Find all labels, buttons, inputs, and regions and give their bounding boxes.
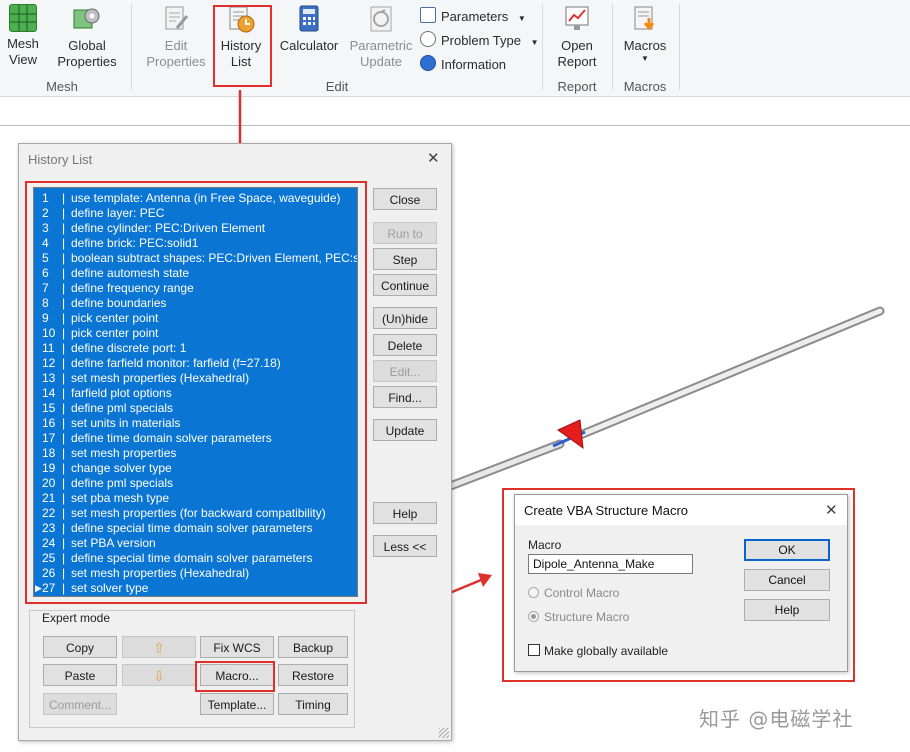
structure-macro-label: Structure Macro	[544, 610, 630, 624]
dialog-title: Create VBA Structure Macro	[524, 503, 689, 518]
watermark: 知乎 @电磁学社	[699, 707, 854, 731]
delete-button[interactable]: Delete	[373, 334, 437, 356]
macro-name-input[interactable]	[528, 554, 693, 574]
structure-macro-radio[interactable]	[528, 611, 539, 622]
make-global-checkbox[interactable]	[528, 644, 540, 656]
timing-button[interactable]: Timing	[278, 693, 348, 715]
expert-mode-label: Expert mode	[40, 611, 113, 625]
create-macro-dialog: Create VBA Structure Macro ✕ Macro Contr…	[514, 494, 848, 672]
resize-grip[interactable]	[439, 728, 449, 738]
macro-button-highlight	[195, 661, 275, 692]
continue-button[interactable]: Continue	[373, 274, 437, 296]
find-button[interactable]: Find...	[373, 386, 437, 408]
control-macro-radio[interactable]	[528, 587, 539, 598]
backup-button[interactable]: Backup	[278, 636, 348, 658]
history-window-title: History List	[28, 152, 93, 167]
help-button[interactable]: Help	[744, 599, 830, 621]
comment-button[interactable]: Comment...	[43, 693, 117, 715]
fix-wcs-button[interactable]: Fix WCS	[200, 636, 274, 658]
control-macro-label: Control Macro	[544, 586, 620, 600]
update-button[interactable]: Update	[373, 419, 437, 441]
run-to-button[interactable]: Run to	[373, 222, 437, 244]
cancel-button[interactable]: Cancel	[744, 569, 830, 591]
close-button[interactable]: Close	[373, 188, 437, 210]
close-icon[interactable]: ✕	[825, 501, 838, 519]
history-list-highlight	[25, 181, 367, 604]
step-button[interactable]: Step	[373, 248, 437, 270]
unhide-button[interactable]: (Un)hide	[373, 307, 437, 329]
close-icon[interactable]: ✕	[427, 149, 440, 167]
make-global-label: Make globally available	[544, 644, 669, 658]
paste-button[interactable]: Paste	[43, 664, 117, 686]
copy-button[interactable]: Copy	[43, 636, 117, 658]
move-down-icon[interactable]: ⇩	[122, 664, 196, 686]
move-up-icon[interactable]: ⇧	[122, 636, 196, 658]
template-button[interactable]: Template...	[200, 693, 274, 715]
less-button[interactable]: Less <<	[373, 535, 437, 557]
help-button[interactable]: Help	[373, 502, 437, 524]
restore-button[interactable]: Restore	[278, 664, 348, 686]
ok-button[interactable]: OK	[744, 539, 830, 561]
macro-name-label: Macro	[528, 538, 562, 552]
edit-button[interactable]: Edit...	[373, 360, 437, 382]
